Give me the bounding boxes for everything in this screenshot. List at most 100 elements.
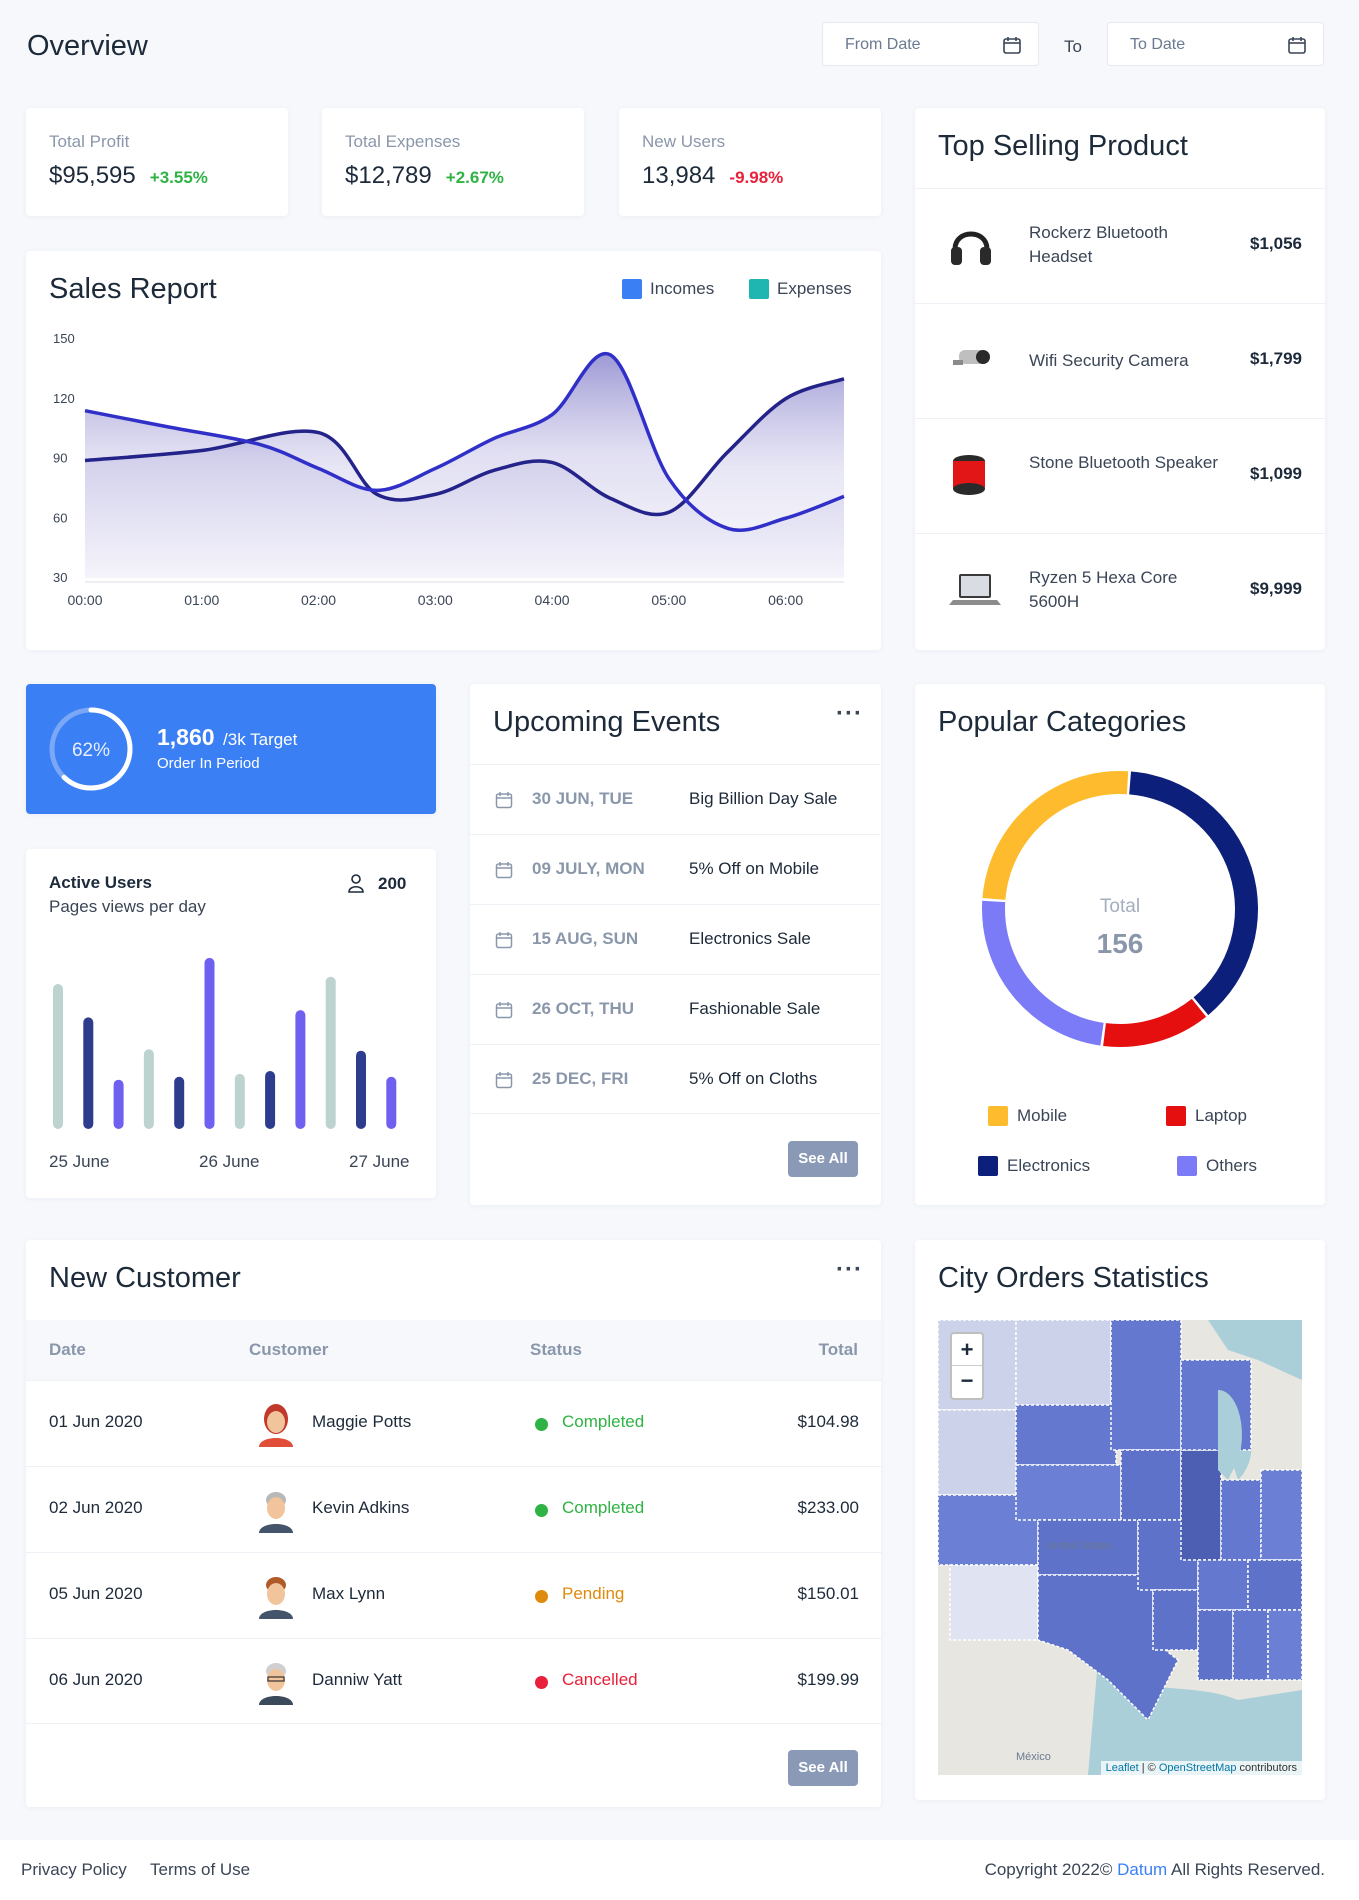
brand-link[interactable]: Datum <box>1117 1860 1167 1879</box>
donut-slice[interactable] <box>982 900 1104 1046</box>
see-all-button[interactable]: See All <box>788 1141 858 1177</box>
bar[interactable] <box>204 957 215 1129</box>
bar[interactable] <box>295 1010 306 1129</box>
donut-slice[interactable] <box>1129 771 1258 1016</box>
x-tick-label: 03:00 <box>418 592 453 608</box>
avatar <box>259 1577 293 1619</box>
column-header-total: Total <box>818 1340 858 1359</box>
calendar-icon <box>495 792 513 809</box>
event-name: Electronics Sale <box>689 929 811 948</box>
event-row[interactable]: 26 OCT, THU Fashionable Sale <box>470 974 880 1044</box>
table-row[interactable]: 06 Jun 2020 Danniw Yatt Cancelled $199.9… <box>26 1638 882 1724</box>
top-selling-title: Top Selling Product <box>938 130 1188 162</box>
column-header-status: Status <box>530 1340 582 1359</box>
target-subtitle: Order In Period <box>157 755 260 772</box>
target-label: /3k Target <box>223 730 298 749</box>
y-tick-label: 90 <box>53 451 67 466</box>
events-title: Upcoming Events <box>493 706 721 738</box>
product-name: Stone Bluetooth Speaker <box>1029 453 1219 472</box>
calendar-icon <box>495 862 513 879</box>
zoom-control: + − <box>950 1332 984 1400</box>
bar[interactable] <box>83 1017 94 1129</box>
legend-electronics[interactable]: Electronics <box>978 1156 1090 1176</box>
event-row[interactable]: 30 JUN, TUE Big Billion Day Sale <box>470 764 880 834</box>
see-all-button[interactable]: See All <box>788 1750 858 1786</box>
bar[interactable] <box>53 984 63 1129</box>
legend-swatch <box>1166 1106 1186 1126</box>
zoom-in-button[interactable]: + <box>952 1334 982 1366</box>
bar[interactable] <box>386 1076 397 1129</box>
page-title: Overview <box>27 30 148 62</box>
table-row[interactable]: 01 Jun 2020 Maggie Potts Completed $104.… <box>26 1380 882 1466</box>
x-tick-label: 02:00 <box>301 592 336 608</box>
from-date-input[interactable]: From Date <box>822 22 1039 66</box>
privacy-policy-link[interactable]: Privacy Policy <box>21 1860 127 1880</box>
status-badge: Completed <box>562 1498 645 1517</box>
event-date: 09 JULY, MON <box>532 859 645 878</box>
event-date: 15 AUG, SUN <box>532 929 639 948</box>
donut-slice[interactable] <box>1103 998 1207 1047</box>
product-price: $1,099 <box>1250 464 1302 483</box>
stat-label: Total Expenses <box>345 132 461 151</box>
osm-link[interactable]: OpenStreetMap <box>1159 1762 1237 1774</box>
active-users-card: Active Users Pages views per day 200 25 … <box>26 849 436 1198</box>
bar[interactable] <box>325 976 336 1129</box>
bar[interactable] <box>113 1079 124 1129</box>
stat-value: $95,595 <box>49 162 136 189</box>
product-name: Rockerz Bluetooth Headset <box>1029 223 1168 266</box>
attribution-separator: | © <box>1138 1762 1159 1774</box>
product-row[interactable]: Wifi Security Camera $1,799 <box>915 303 1325 418</box>
event-name: 5% Off on Mobile <box>689 859 820 878</box>
status-badge: Cancelled <box>562 1670 638 1689</box>
top-selling-card: Top Selling Product Rockerz Bluetooth He… <box>915 108 1325 650</box>
bar[interactable] <box>174 1076 185 1129</box>
leaflet-link[interactable]: Leaflet <box>1106 1762 1139 1774</box>
legend-laptop[interactable]: Laptop <box>1166 1106 1247 1126</box>
legend-swatch <box>1177 1156 1197 1176</box>
stat-label: New Users <box>642 132 726 151</box>
table-row[interactable]: 05 Jun 2020 Max Lynn Pending $150.01 <box>26 1552 882 1638</box>
row-date: 01 Jun 2020 <box>49 1412 143 1431</box>
map-attribution: Leaflet | © OpenStreetMap contributors <box>1100 1761 1302 1775</box>
product-row[interactable]: Stone Bluetooth Speaker $1,099 <box>915 418 1325 533</box>
status-badge: Pending <box>562 1584 625 1603</box>
legend-mobile[interactable]: Mobile <box>988 1106 1067 1126</box>
stat-card-expenses: Total Expenses $12,789 +2.67% <box>322 108 584 216</box>
event-row[interactable]: 15 AUG, SUN Electronics Sale <box>470 904 880 974</box>
x-tick-label: 06:00 <box>768 592 803 608</box>
product-row[interactable]: Ryzen 5 Hexa Core 5600H $9,999 <box>915 533 1325 648</box>
to-date-input[interactable]: To Date <box>1107 22 1324 66</box>
more-options-icon[interactable]: ··· <box>836 700 863 728</box>
column-header-customer: Customer <box>249 1340 329 1359</box>
product-row[interactable]: Rockerz Bluetooth Headset $1,056 <box>915 188 1325 303</box>
bar[interactable] <box>265 1071 276 1129</box>
map-country-label: México <box>1016 1751 1051 1763</box>
product-name: Wifi Security Camera <box>1029 351 1189 370</box>
city-orders-map[interactable]: United States México + − Leaflet | © Ope… <box>938 1320 1302 1775</box>
event-row[interactable]: 09 JULY, MON 5% Off on Mobile <box>470 834 880 904</box>
table-row[interactable]: 02 Jun 2020 Kevin Adkins Completed $233.… <box>26 1466 882 1552</box>
zoom-out-button[interactable]: − <box>952 1366 982 1398</box>
terms-of-use-link[interactable]: Terms of Use <box>150 1860 250 1880</box>
customers-card: New Customer ··· Date Customer Status To… <box>26 1240 882 1807</box>
calendar-icon <box>495 932 513 949</box>
more-options-icon[interactable]: ··· <box>836 1256 863 1284</box>
bar[interactable] <box>143 1049 154 1129</box>
legend-others[interactable]: Others <box>1177 1156 1257 1176</box>
legend-label: Others <box>1206 1156 1258 1175</box>
legend-swatch <box>988 1106 1008 1126</box>
status-dot <box>535 1504 548 1517</box>
calendar-icon[interactable] <box>1287 35 1307 55</box>
event-name: Big Billion Day Sale <box>689 789 838 808</box>
map-country-label: United States <box>1046 1540 1113 1552</box>
row-total: $233.00 <box>797 1498 859 1517</box>
legend-swatch <box>978 1156 998 1176</box>
bar[interactable] <box>356 1050 366 1129</box>
calendar-icon[interactable] <box>1002 35 1022 55</box>
bar[interactable] <box>234 1073 245 1129</box>
donut-slice[interactable] <box>982 771 1129 900</box>
stat-change: +3.55% <box>149 168 208 187</box>
event-row[interactable]: 25 DEC, FRI 5% Off on Cloths <box>470 1044 880 1114</box>
footer: Privacy Policy Terms of Use Copyright 20… <box>0 1840 1359 1900</box>
stat-change: -9.98% <box>729 168 784 187</box>
